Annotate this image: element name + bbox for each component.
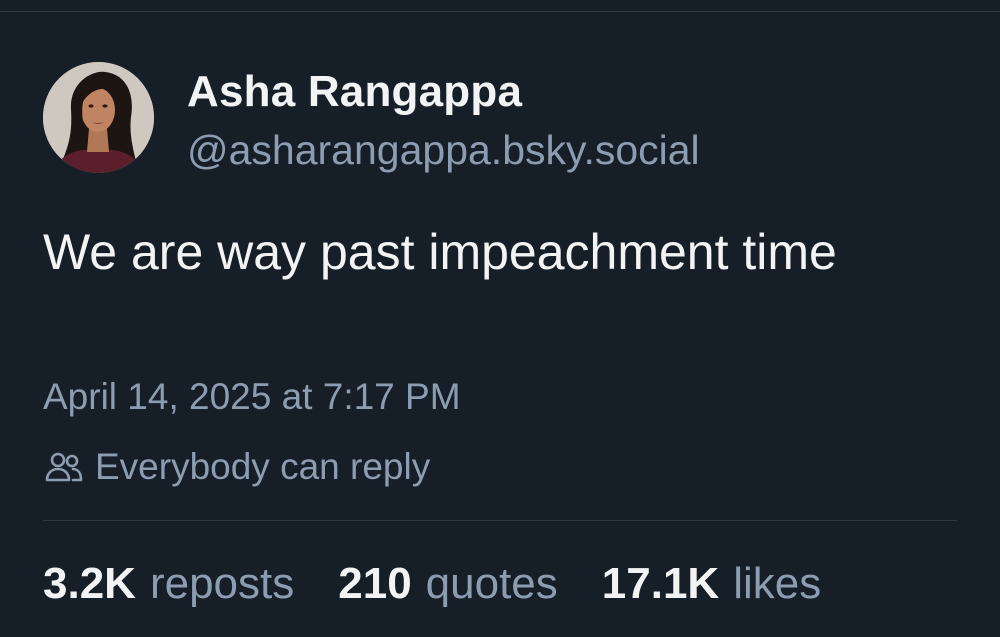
reply-setting-label: Everybody can reply <box>95 446 431 487</box>
post-text: We are way past impeachment time <box>43 224 837 280</box>
engagement-stats: 3.2K reposts 210 quotes 17.1K likes <box>43 558 865 610</box>
quotes-count: 210 <box>338 559 412 608</box>
post-thread-view: Asha Rangappa @asharangappa.bsky.social … <box>0 0 1000 637</box>
profile-photo-icon <box>43 62 154 173</box>
stats-divider <box>43 520 957 521</box>
handle[interactable]: @asharangappa.bsky.social <box>187 126 700 174</box>
likes-count: 17.1K <box>601 559 720 608</box>
avatar[interactable] <box>43 62 154 173</box>
display-name[interactable]: Asha Rangappa <box>187 66 700 118</box>
reply-setting[interactable]: Everybody can reply <box>43 444 430 490</box>
likes-label: likes <box>733 559 822 608</box>
author-info[interactable]: Asha Rangappa @asharangappa.bsky.social <box>187 66 700 174</box>
reposts-label: reposts <box>149 559 295 608</box>
post-timestamp: April 14, 2025 at 7:17 PM <box>43 376 461 417</box>
likes-stat[interactable]: 17.1K likes <box>602 558 821 610</box>
quotes-stat[interactable]: 210 quotes <box>338 558 558 610</box>
quotes-label: quotes <box>425 559 558 608</box>
top-divider <box>0 11 1000 12</box>
people-icon <box>43 446 85 488</box>
reposts-count: 3.2K <box>43 559 136 608</box>
reposts-stat[interactable]: 3.2K reposts <box>43 558 294 610</box>
